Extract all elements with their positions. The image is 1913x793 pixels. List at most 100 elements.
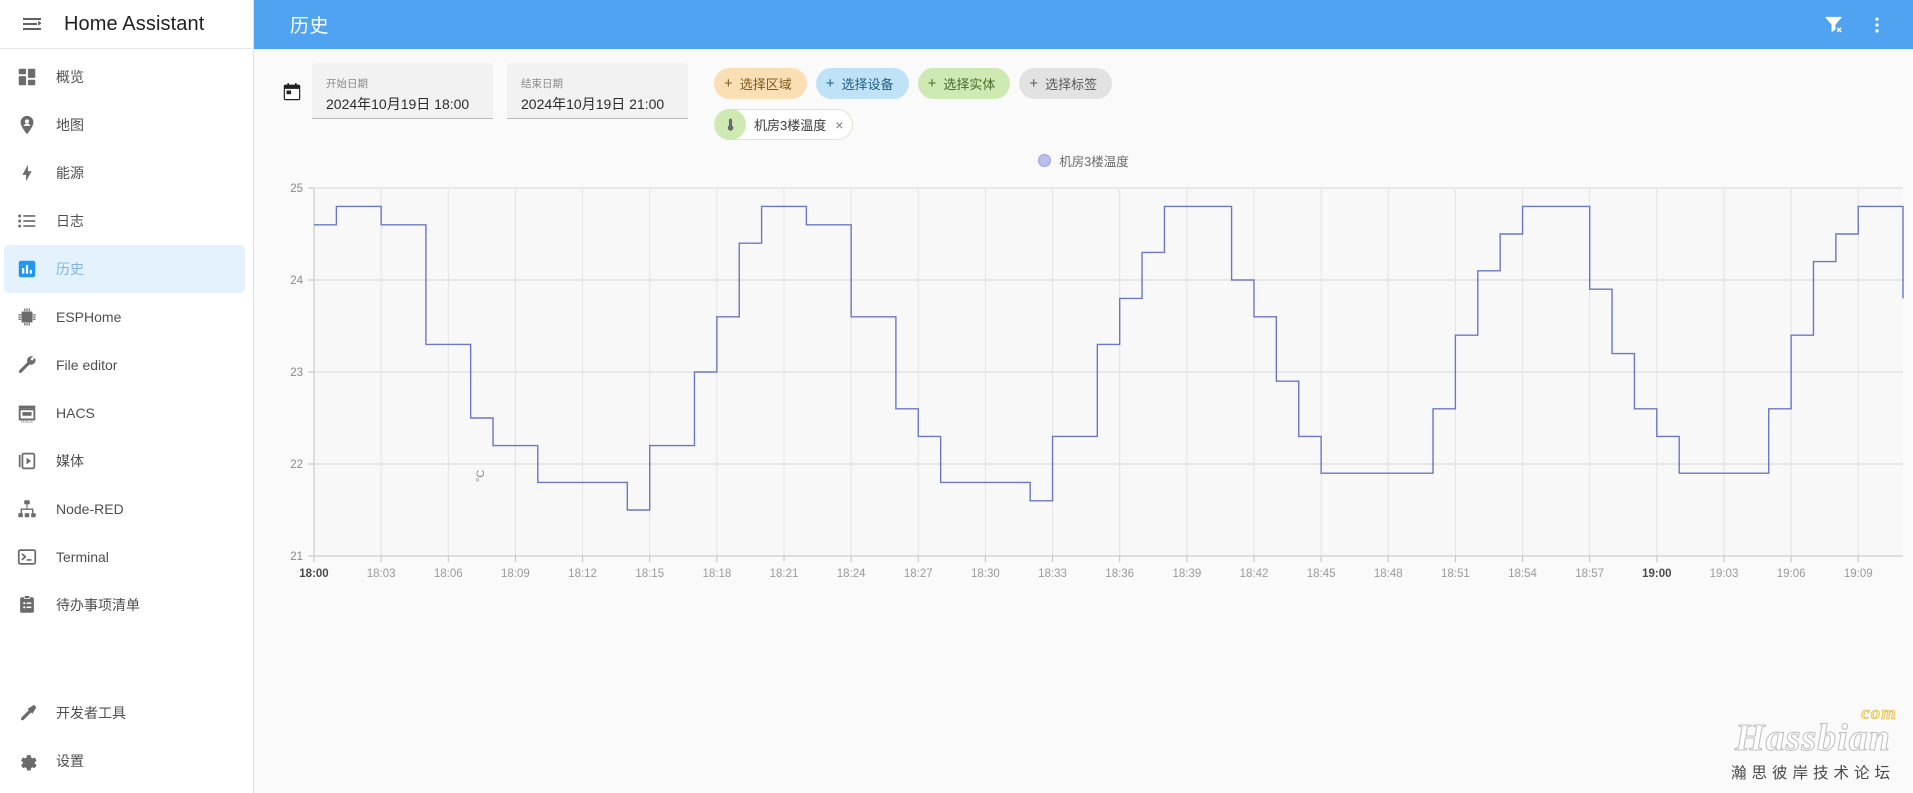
svg-text:18:09: 18:09	[501, 568, 530, 580]
sitemap-icon	[16, 497, 56, 521]
sidebar-item-label: 概览	[56, 69, 84, 85]
select-entity-chip[interactable]: + 选择实体	[917, 68, 1011, 99]
svg-text:23: 23	[290, 367, 303, 379]
start-date-value: 2024年10月19日 18:00	[326, 95, 470, 112]
console-icon	[16, 545, 56, 569]
watermark-brand: Hassbian com	[1735, 704, 1897, 759]
watermark-subtitle: 瀚思彼岸技术论坛	[1730, 765, 1895, 782]
svg-text:18:00: 18:00	[299, 568, 328, 580]
history-chart: 机房3楼温度 21 22 23 24 25 18:00 18:03 18:06 18:09 18:…	[254, 146, 1913, 616]
svg-text:18:54: 18:54	[1508, 568, 1537, 580]
watermark-brand-text: Hassbian	[1735, 717, 1891, 759]
sidebar-item-label: 历史	[56, 261, 84, 277]
plus-icon: +	[1029, 75, 1039, 92]
format-list-bulleted-icon	[16, 209, 56, 233]
cog-icon	[16, 749, 56, 773]
svg-text:25: 25	[290, 183, 303, 195]
calendar-icon[interactable]	[272, 63, 312, 121]
sidebar-item-label: 能源	[56, 165, 84, 181]
svg-text:18:24: 18:24	[837, 568, 866, 580]
svg-text:18:57: 18:57	[1575, 568, 1604, 580]
sidebar-item-history[interactable]: 历史	[4, 245, 245, 293]
sidebar-item-file-editor[interactable]: File editor	[4, 341, 245, 389]
start-date-label: 开始日期	[326, 77, 368, 90]
selected-entity-label: 机房3楼温度	[754, 118, 827, 133]
svg-text:18:30: 18:30	[971, 568, 1000, 580]
date-range-fields: 开始日期 2024年10月19日 18:00 结束日期 2024年10月19日 …	[312, 63, 688, 119]
chip-label: 选择标签	[1045, 77, 1098, 92]
filter-chip-row: + 选择区域 + 选择设备 + 选择实体 + 选择标签	[714, 68, 1113, 99]
play-box-icon	[16, 449, 56, 473]
thermometer-icon	[715, 109, 746, 140]
legend-color-swatch	[1038, 153, 1052, 167]
sidebar-item-settings[interactable]: 设置	[4, 737, 245, 785]
svg-text:22: 22	[290, 459, 303, 471]
svg-text:18:36: 18:36	[1105, 568, 1134, 580]
sidebar-item-terminal[interactable]: Terminal	[4, 533, 245, 581]
start-date-field[interactable]: 开始日期 2024年10月19日 18:00	[312, 63, 493, 119]
lightning-bolt-icon	[16, 161, 56, 185]
chip-label: 选择区域	[739, 77, 792, 92]
selected-entity-chip[interactable]: 机房3楼温度 ×	[714, 109, 854, 140]
svg-text:21: 21	[290, 551, 303, 563]
svg-text:18:33: 18:33	[1038, 568, 1067, 580]
sidebar-item-label: Terminal	[56, 549, 109, 565]
chip-icon	[16, 305, 56, 329]
menu-collapse-icon[interactable]	[8, 0, 56, 48]
filter-chip-area: + 选择区域 + 选择设备 + 选择实体 + 选择标签 机房3楼温度 ×	[714, 63, 1113, 140]
sidebar-item-label: HACS	[56, 405, 95, 421]
sidebar-item-label: 日志	[56, 213, 84, 229]
sidebar-item-label: ESPHome	[56, 309, 122, 325]
sidebar-item-label: 地图	[56, 117, 84, 133]
plot-host: 21 22 23 24 25 18:00 18:03 18:06 18:09 18:12 18:15…	[254, 174, 1913, 604]
wrench-icon	[16, 353, 56, 377]
svg-text:18:48: 18:48	[1374, 568, 1403, 580]
filter-remove-icon[interactable]	[1811, 3, 1855, 47]
select-area-chip[interactable]: + 选择区域	[714, 68, 807, 99]
svg-text:18:21: 18:21	[770, 568, 799, 580]
sidebar-header: Home Assistant	[0, 0, 253, 49]
svg-text:18:27: 18:27	[904, 568, 933, 580]
svg-text:18:45: 18:45	[1307, 568, 1336, 580]
sidebar-item-todo[interactable]: 待办事项清单	[4, 581, 245, 629]
end-date-label: 结束日期	[521, 77, 563, 90]
sidebar-item-overview[interactable]: 概览	[4, 53, 245, 101]
select-device-chip[interactable]: + 选择设备	[815, 68, 909, 99]
sidebar-item-hacs[interactable]: HACS HACS	[4, 389, 245, 437]
sidebar-item-developer-tools[interactable]: 开发者工具	[4, 689, 245, 737]
end-date-field[interactable]: 结束日期 2024年10月19日 21:00	[507, 63, 688, 119]
selected-entity-row: 机房3楼温度 ×	[714, 109, 1112, 140]
sidebar-item-energy[interactable]: 能源	[4, 149, 245, 197]
watermark: Hassbian com 瀚思彼岸技术论坛	[1730, 704, 1897, 783]
close-icon[interactable]: ×	[835, 118, 843, 132]
legend-label[interactable]: 机房3楼温度	[1059, 151, 1128, 170]
chip-label: 选择实体	[943, 77, 996, 92]
page-title: 历史	[290, 16, 330, 37]
sidebar-item-logbook[interactable]: 日志	[4, 197, 245, 245]
svg-text:18:06: 18:06	[434, 568, 463, 580]
watermark-tld: com	[1861, 703, 1897, 724]
select-label-chip[interactable]: + 选择标签	[1019, 68, 1113, 99]
main-area: 历史 开始日期 2024年10月19日 18:00 结束日期 2024年10月1…	[254, 0, 1913, 793]
app-bar: 历史	[254, 0, 1913, 49]
app-root: Home Assistant 概览 地图 能源 日志 历史 ESPHome Fi…	[0, 0, 1913, 793]
svg-text:19:06: 19:06	[1777, 568, 1806, 580]
sidebar-item-map[interactable]: 地图	[4, 101, 245, 149]
dots-vertical-icon[interactable]	[1855, 3, 1899, 47]
svg-text:18:15: 18:15	[635, 568, 664, 580]
sidebar-item-esphome[interactable]: ESPHome	[4, 293, 245, 341]
chart-box-icon	[16, 257, 56, 281]
sidebar-item-media[interactable]: 媒体	[4, 437, 245, 485]
plus-icon: +	[927, 75, 937, 92]
svg-text:18:12: 18:12	[568, 568, 597, 580]
sidebar-item-node-red[interactable]: Node-RED	[4, 485, 245, 533]
temperature-step-chart[interactable]: 21 22 23 24 25 18:00 18:03 18:06 18:09 18:12 18:15…	[254, 174, 1913, 604]
hammer-icon	[16, 701, 56, 725]
view-dashboard-icon	[16, 65, 56, 89]
clipboard-list-icon	[16, 593, 56, 617]
sidebar-item-label: 媒体	[56, 453, 84, 469]
sidebar-item-label: 开发者工具	[56, 705, 126, 721]
svg-text:HACS: HACS	[21, 419, 33, 424]
chip-label: 选择设备	[841, 77, 894, 92]
svg-text:18:39: 18:39	[1172, 568, 1201, 580]
